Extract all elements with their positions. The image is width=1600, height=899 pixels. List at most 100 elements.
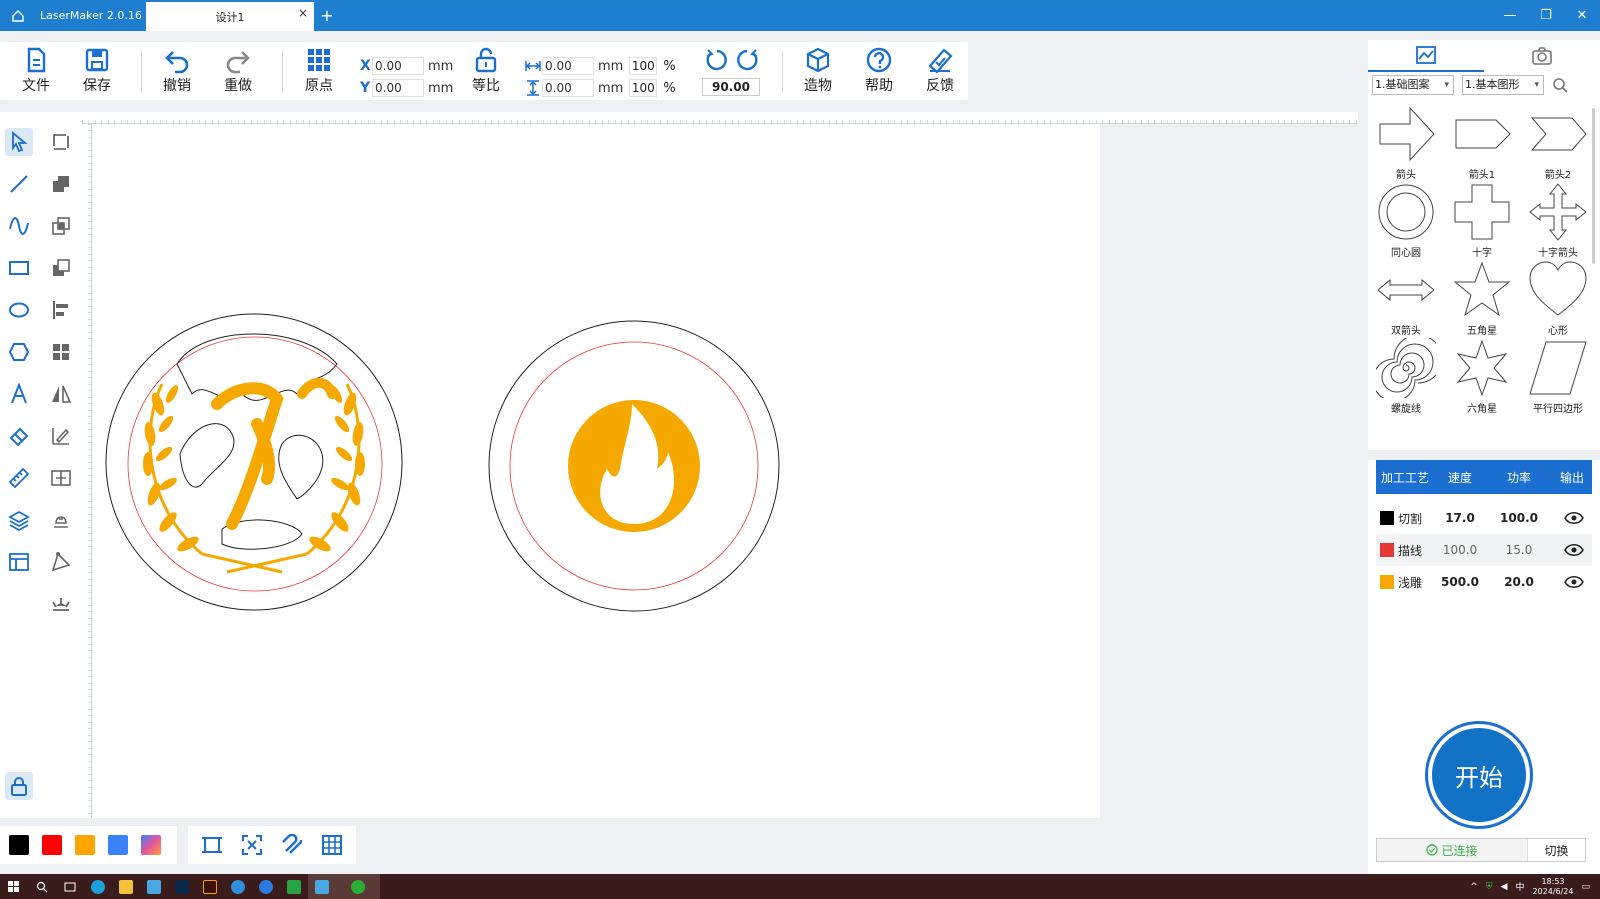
home-button[interactable] [0, 0, 36, 31]
category-select[interactable]: 1.基础图案 [1372, 75, 1454, 95]
lock-ratio-button[interactable]: 等比 [461, 46, 511, 96]
shape-cross[interactable]: 十字 [1446, 182, 1518, 260]
taskbar-lasermaker[interactable] [140, 874, 168, 899]
restore-button[interactable]: ❐ [1528, 0, 1564, 31]
shape-star[interactable]: 五角星 [1446, 260, 1518, 338]
layer-row-trace[interactable]: 描线 100.0 15.0 [1376, 534, 1592, 566]
subcategory-select[interactable]: 1.基本图形 [1462, 75, 1544, 95]
taskbar-wechat[interactable] [336, 874, 380, 899]
image-trace-tool[interactable] [47, 506, 75, 534]
taskbar-explorer[interactable] [112, 874, 140, 899]
color-swatch-orange[interactable] [75, 835, 95, 855]
union-tool[interactable] [47, 170, 75, 198]
help-button[interactable]: 帮助 [854, 46, 904, 96]
intersect-tool[interactable] [47, 212, 75, 240]
taskbar-app-green[interactable] [280, 874, 308, 899]
layer-row-cut[interactable]: 切割 17.0 100.0 [1376, 502, 1592, 534]
fit-page-icon[interactable] [201, 834, 223, 856]
library-scrollbar[interactable] [1592, 108, 1595, 264]
shape-heart[interactable]: 心形 [1522, 260, 1594, 338]
shape-arrow1[interactable]: 箭头1 [1446, 104, 1518, 182]
tab-camera[interactable] [1484, 40, 1600, 72]
shape-hexagram[interactable]: 六角星 [1446, 338, 1518, 416]
curve-tool[interactable] [5, 212, 33, 240]
fit-selection-icon[interactable] [241, 834, 263, 856]
laurel-badge[interactable] [105, 313, 403, 611]
task-view-button[interactable] [56, 874, 84, 899]
magnet-icon[interactable] [281, 834, 303, 856]
text-tool[interactable] [5, 380, 33, 408]
rotation-angle-input[interactable]: 90.00 [702, 78, 760, 96]
rotate-cw-icon[interactable] [736, 48, 760, 72]
shape-arrow[interactable]: 箭头 [1370, 104, 1442, 182]
path-tool[interactable] [47, 548, 75, 576]
save-button[interactable]: 保存 [72, 46, 122, 96]
shape-double-arrow[interactable]: 双箭头 [1370, 260, 1442, 338]
color-swatch-red[interactable] [42, 835, 62, 855]
pen-edit-tool[interactable] [47, 422, 75, 450]
layers-tool[interactable] [5, 506, 33, 534]
eraser-tool[interactable] [5, 422, 33, 450]
mirror-tool[interactable] [47, 380, 75, 408]
select-tool[interactable] [5, 128, 33, 156]
taskbar-ie[interactable] [224, 874, 252, 899]
start-menu-button[interactable] [0, 874, 28, 899]
shape-concentric-circle[interactable]: 同心圆 [1370, 182, 1442, 260]
lock-button[interactable] [5, 772, 33, 800]
close-tab-icon[interactable]: × [298, 6, 308, 20]
tab-shapes[interactable] [1368, 40, 1484, 72]
notification-icon[interactable]: ▭ [1581, 882, 1590, 892]
volume-icon[interactable]: ◀ [1501, 882, 1508, 892]
tab-design1[interactable]: 设计1 × [146, 2, 314, 31]
taskbar-illustrator[interactable] [196, 874, 224, 899]
shape-arrow2[interactable]: 箭头2 [1522, 104, 1594, 182]
width-percent-input[interactable]: 100 [629, 57, 658, 75]
build-button[interactable]: 造物 [793, 46, 843, 96]
switch-device-button[interactable]: 切换 [1527, 839, 1585, 861]
ime-indicator[interactable]: 中 [1515, 880, 1524, 893]
layout-tool[interactable] [5, 548, 33, 576]
width-input[interactable]: 0.00 [542, 57, 594, 75]
line-tool[interactable] [5, 170, 33, 198]
search-button[interactable] [28, 874, 56, 899]
split-tool[interactable] [47, 464, 75, 492]
taskbar-lasermaker-active[interactable] [308, 874, 336, 899]
feedback-button[interactable]: 反馈 [915, 46, 965, 96]
array-tool[interactable] [47, 338, 75, 366]
close-window-button[interactable]: ✕ [1564, 0, 1600, 31]
rotate-ccw-icon[interactable] [704, 48, 728, 72]
y-position-input[interactable]: 0.00 [372, 79, 424, 97]
flame-badge[interactable] [488, 320, 780, 612]
start-button[interactable]: 开始 [1428, 724, 1530, 826]
shape-cross-arrow[interactable]: 十字箭头 [1522, 182, 1594, 260]
redo-button[interactable]: 重做 [213, 46, 263, 96]
shape-parallelogram[interactable]: 平行四边形 [1522, 338, 1594, 416]
color-swatch-gradient[interactable] [141, 835, 161, 855]
rectangle-tool[interactable] [5, 254, 33, 282]
subtract-tool[interactable] [47, 254, 75, 282]
new-tab-button[interactable]: + [314, 0, 340, 31]
minimize-button[interactable]: — [1492, 0, 1528, 31]
origin-button[interactable]: 原点 [294, 46, 344, 96]
measure-tool[interactable] [5, 464, 33, 492]
align-tool[interactable] [47, 296, 75, 324]
height-input[interactable]: 0.00 [542, 79, 594, 97]
color-swatch-blue[interactable] [108, 835, 128, 855]
node-edit-tool[interactable] [47, 128, 75, 156]
layer-row-engrave[interactable]: 浅雕 500.0 20.0 [1376, 566, 1592, 598]
taskbar-app-blue[interactable] [252, 874, 280, 899]
design-canvas[interactable] [92, 124, 1100, 818]
undo-button[interactable]: 撤销 [152, 46, 202, 96]
laser-tool[interactable] [47, 588, 75, 616]
clock[interactable]: 18:53 2024/6/24 [1532, 877, 1573, 897]
tray-chevron-icon[interactable]: ^ [1470, 882, 1478, 892]
shape-spiral[interactable]: 螺旋线 [1370, 338, 1442, 416]
file-button[interactable]: 文件 [11, 46, 61, 96]
eye-icon[interactable] [1564, 511, 1584, 525]
shield-icon[interactable]: ⛨ [1486, 882, 1493, 892]
taskbar-photoshop[interactable] [168, 874, 196, 899]
height-percent-input[interactable]: 100 [629, 79, 658, 97]
search-icon[interactable] [1552, 77, 1568, 93]
x-position-input[interactable]: 0.00 [372, 57, 424, 75]
taskbar-edge[interactable] [84, 874, 112, 899]
